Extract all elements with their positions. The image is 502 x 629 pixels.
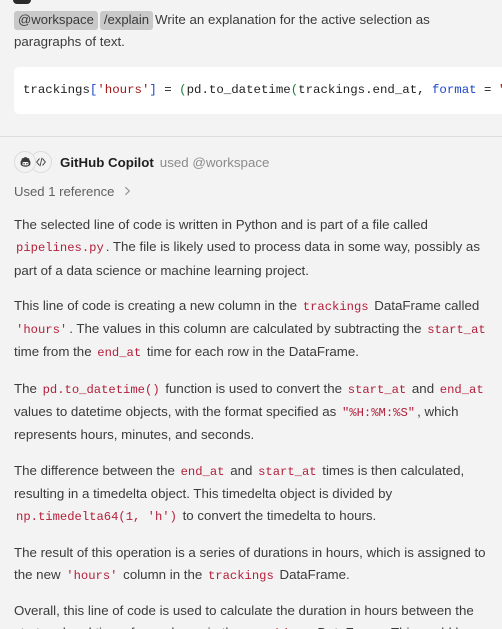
response-title: GitHub Copilot [60,154,154,170]
code-token: 'hours' [97,83,150,97]
response-paragraph: The selected line of code is written in … [14,214,488,282]
response-header: GitHub Copilot used @workspace [14,151,488,173]
response-paragraph: The result of this operation is a series… [14,542,488,588]
inline-code: pd.to_datetime() [42,382,160,397]
code-token: = [156,83,180,97]
inline-code: pipelines.py [16,241,104,256]
paragraph-text: function is used to convert the [161,380,346,396]
inline-code: trackings [302,299,369,314]
response-body: The selected line of code is written in … [14,214,488,629]
inline-code: "%H:%M:%S" [341,406,416,421]
response-paragraph: This line of code is creating a new colu… [14,295,488,365]
paragraph-text: and [226,462,257,478]
inline-code: start_at [258,464,317,479]
paragraph-text: to convert the timedelta to hours. [178,508,377,524]
paragraph-text: The [14,380,41,396]
inline-code: start_at [347,382,407,397]
response-subtitle: used @workspace [159,154,270,170]
inline-code: end_at [180,464,225,479]
inline-code: end_at [97,346,142,361]
code-token: trackings.end_at, [298,83,432,97]
references-label: Used 1 reference [14,183,115,199]
paragraph-text: . The values in this column are calculat… [69,321,426,337]
paragraph-text: The difference between the [14,462,179,478]
paragraph-text: values to datetime objects, with the for… [14,404,340,420]
inline-code: 'hours' [66,568,118,583]
code-line: trackings['hours'] = (pd.to_datetime(tra… [14,67,502,114]
code-token: ] [149,83,157,97]
chevron-right-icon[interactable] [122,185,133,197]
inline-code: end_at [439,382,484,397]
response-paragraph: The pd.to_datetime() function is used to… [14,378,488,447]
code-token: pd.to_datetime [186,83,291,97]
paragraph-text: column in the [119,566,206,582]
paragraph-text: This line of code is creating a new colu… [14,297,301,313]
user-request-text: @workspace/explain Write an explanation f… [14,9,488,53]
inline-code: start_at [427,323,486,338]
references-row[interactable]: Used 1 reference [14,182,488,200]
paragraph-text: DataFrame called [370,297,480,313]
section-divider [0,136,502,137]
paragraph-text: time from the [14,344,96,360]
paragraph-text: and [408,380,438,396]
response-paragraph: The difference between the end_at and st… [14,460,488,529]
user-request-block: @workspace/explain Write an explanation f… [0,0,502,53]
copilot-icon [14,151,36,173]
assistant-response: GitHub Copilot used @workspace Used 1 re… [0,151,502,629]
chip-explain[interactable]: /explain [99,11,154,30]
inline-code: np.timedelta64(1, 'h') [16,510,177,525]
code-block[interactable]: trackings['hours'] = (pd.to_datetime(tra… [14,67,502,114]
inline-code: 'hours' [16,323,68,338]
inline-code: trackings [207,568,274,583]
copilot-chat-panel: @workspace/explain Write an explanation f… [0,0,502,629]
chip-workspace[interactable]: @workspace [14,11,98,30]
paragraph-text: The selected line of code is written in … [14,217,428,232]
icon-stack [14,151,58,173]
paragraph-text: DataFrame. [275,566,350,582]
response-paragraph: Overall, this line of code is used to ca… [14,600,488,629]
code-token: ( [179,83,187,97]
code-token: format [432,83,477,97]
paragraph-text: time for each row in the DataFrame. [143,344,359,360]
code-token: trackings [23,83,90,97]
user-avatar [13,0,31,4]
code-token: = [476,83,499,97]
